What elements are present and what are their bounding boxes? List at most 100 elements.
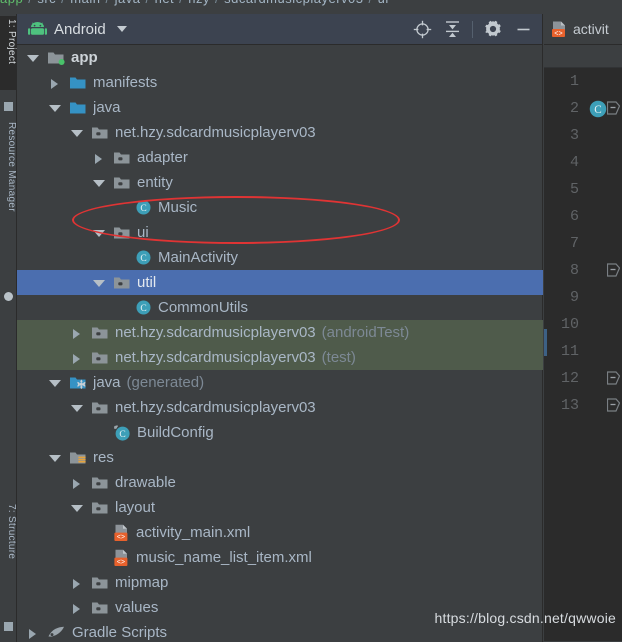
expand-arrow-down-icon[interactable] (91, 226, 105, 240)
chevron-down-icon[interactable] (116, 26, 127, 32)
expand-arrow-down-icon[interactable] (69, 501, 83, 515)
code-fold-icon[interactable] (607, 398, 620, 412)
line-number: 5 (569, 181, 579, 198)
class-icon: C (135, 299, 152, 316)
breadcrumb-item[interactable]: app (0, 0, 23, 6)
expand-arrow-right-icon[interactable] (47, 76, 61, 90)
tree-row-label: manifests (93, 74, 158, 91)
svg-text:<>: <> (117, 559, 125, 567)
tree-row-net-hzy-sdcardmusicplayerv03[interactable]: net.hzy.sdcardmusicplayerv03 (17, 120, 543, 145)
tree-row-label: Gradle Scripts (72, 624, 168, 641)
tree-row-label: BuildConfig (137, 424, 214, 441)
breadcrumb-item[interactable]: src (37, 0, 56, 6)
tree-row-java[interactable]: java (17, 95, 543, 120)
tree-row-label: MainActivity (158, 249, 239, 266)
editor-gutter[interactable]: 1 2 C 3 4 5 6 7 8 9 10 11 12 13 (544, 68, 622, 641)
gutter-class-icon[interactable]: C (588, 99, 608, 119)
expand-arrow-down-icon[interactable] (47, 451, 61, 465)
expand-arrow-down-icon[interactable] (69, 126, 83, 140)
package-icon (91, 350, 109, 366)
tree-row-buildconfig[interactable]: C BuildConfig (17, 420, 543, 445)
expand-arrow-down-icon[interactable] (69, 401, 83, 415)
svg-text:C: C (140, 254, 146, 264)
expand-arrow-down-icon[interactable] (47, 376, 61, 390)
expand-arrow-right-icon[interactable] (69, 476, 83, 490)
tree-row-util[interactable]: util (17, 270, 543, 295)
tree-row-label: java (93, 99, 121, 116)
editor-line-row: 9 (544, 284, 622, 311)
svg-text:<>: <> (554, 30, 562, 38)
package-icon (91, 125, 109, 141)
tree-row-music[interactable]: C Music (17, 195, 543, 220)
rail-icon-structure (4, 622, 13, 631)
breadcrumb-item[interactable]: sdcardmusicplayerv03 (224, 0, 363, 6)
tree-row-app[interactable]: app (17, 45, 543, 70)
expand-arrow-down-icon[interactable] (91, 276, 105, 290)
tree-row-music-name-list-item-xml[interactable]: <> music_name_list_item.xml (17, 545, 543, 570)
rail-button-resource-manager[interactable]: Resource Manager (0, 122, 17, 272)
code-fold-icon[interactable] (607, 371, 620, 385)
class-icon: C (135, 249, 152, 266)
rail-button-structure[interactable]: 7: Structure (0, 504, 17, 614)
android-studio-window: app / src / main / java / net / hzy / sdcardmusicpla… (0, 0, 622, 642)
package-icon (91, 500, 109, 516)
tree-row-res[interactable]: res (17, 445, 543, 470)
tree-row-adapter[interactable]: adapter (17, 145, 543, 170)
tree-row-net-hzy-sdcardmusicplayerv03[interactable]: net.hzy.sdcardmusicplayerv03 (test) (17, 345, 543, 370)
line-number: 8 (569, 262, 579, 279)
tree-row-mipmap[interactable]: mipmap (17, 570, 543, 595)
tree-row-label: mipmap (115, 574, 169, 591)
expand-arrow-down-icon[interactable] (47, 101, 61, 115)
editor-tab-label[interactable]: activit (573, 21, 609, 37)
expand-arrow-right-icon[interactable] (69, 326, 83, 340)
expand-arrow-right-icon[interactable] (25, 626, 39, 640)
locate-target-icon[interactable] (408, 15, 436, 43)
breadcrumb-item[interactable]: java (115, 0, 141, 6)
tree-row-mainactivity[interactable]: C MainActivity (17, 245, 543, 270)
expand-arrow-right-icon[interactable] (91, 151, 105, 165)
project-tree[interactable]: app manifests java net.hzy.sdcardmusicplaye… (17, 45, 543, 642)
tree-row-net-hzy-sdcardmusicplayerv03[interactable]: net.hzy.sdcardmusicplayerv03 (17, 395, 543, 420)
tree-row-activity-main-xml[interactable]: <> activity_main.xml (17, 520, 543, 545)
breadcrumb-strip[interactable]: app / src / main / java / net / hzy / sdcardmusicpla… (0, 0, 622, 14)
rail-button-project[interactable]: 1: Project (0, 16, 17, 90)
tree-row-entity[interactable]: entity (17, 170, 543, 195)
tree-row-ui[interactable]: ui (17, 220, 543, 245)
tree-row-label: drawable (115, 474, 176, 491)
code-fold-icon[interactable] (607, 263, 620, 277)
gear-icon[interactable] (479, 15, 507, 43)
tree-row-drawable[interactable]: drawable (17, 470, 543, 495)
tree-row-commonutils[interactable]: C CommonUtils (17, 295, 543, 320)
breadcrumb-item[interactable]: ui (378, 0, 389, 6)
tree-row-net-hzy-sdcardmusicplayerv03[interactable]: net.hzy.sdcardmusicplayerv03 (androidTest… (17, 320, 543, 345)
xml-layout-icon: <> (113, 524, 130, 542)
tree-row-label: net.hzy.sdcardmusicplayerv03 (115, 399, 316, 416)
breadcrumb[interactable]: app / src / main / java / net / hzy / sdcardmusicpla… (0, 0, 389, 6)
tree-row-label: CommonUtils (158, 299, 249, 316)
line-number: 1 (569, 73, 579, 90)
editor-tab-bar: <> activit (544, 14, 622, 45)
tree-row-manifests[interactable]: manifests (17, 70, 543, 95)
breadcrumb-item[interactable]: main (70, 0, 100, 6)
rail-icon-project (4, 102, 13, 111)
expand-arrow-right-icon[interactable] (69, 576, 83, 590)
expand-arrow-down-icon[interactable] (91, 176, 105, 190)
expand-arrow-down-icon[interactable] (25, 51, 39, 65)
tree-row-layout[interactable]: layout (17, 495, 543, 520)
collapse-all-icon[interactable] (438, 15, 466, 43)
svg-text:C: C (119, 430, 125, 440)
editor-line-row: 4 (544, 149, 622, 176)
project-tool-window: Android app manifests java net.hzy.sdcar… (17, 14, 543, 642)
expand-arrow-right-icon[interactable] (69, 601, 83, 615)
editor-line-row: 6 (544, 203, 622, 230)
tree-row-label: ui (137, 224, 149, 241)
minimize-icon[interactable] (509, 15, 537, 43)
view-selector[interactable]: Android (17, 21, 127, 38)
tree-row-java[interactable]: java (generated) (17, 370, 543, 395)
code-fold-icon[interactable] (607, 101, 620, 115)
breadcrumb-item[interactable]: hzy (188, 0, 210, 6)
expand-arrow-right-icon[interactable] (69, 351, 83, 365)
breadcrumb-item[interactable]: net (155, 0, 175, 6)
module-folder-icon (47, 50, 65, 66)
